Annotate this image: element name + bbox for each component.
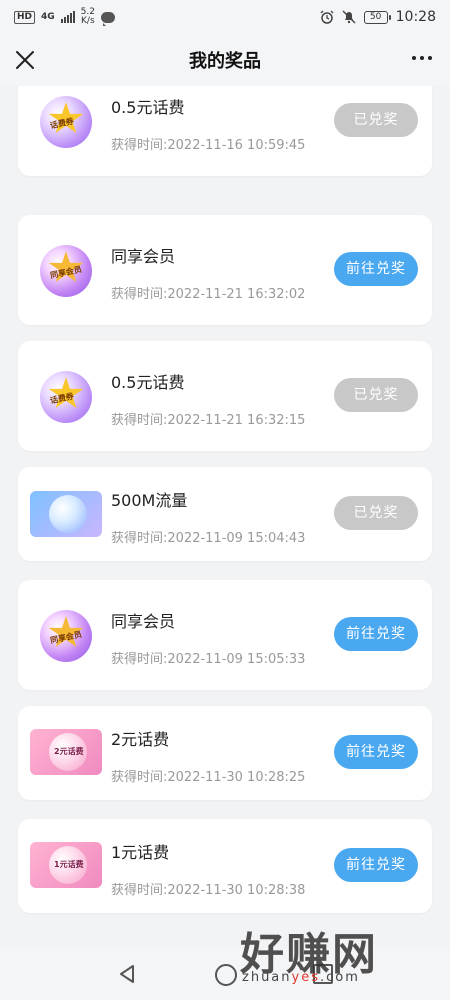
prize-name: 2元话费 [111, 730, 170, 749]
status-right: 50 10:28 [320, 9, 436, 25]
redeem-button[interactable]: 前往兑奖 [334, 617, 418, 651]
prize-name: 1元话费 [111, 843, 170, 862]
prize-time: 获得时间:2022-11-09 15:04:43 [111, 531, 306, 546]
signal-icon [60, 11, 75, 23]
prize-name: 同享会员 [111, 247, 176, 266]
prize-time: 获得时间:2022-11-21 16:32:15 [111, 413, 306, 428]
prize-name: 同享会员 [111, 612, 176, 631]
network-type: 4G [41, 12, 55, 22]
member-ball-icon: 同享会员 [40, 245, 92, 297]
prize-card: 同享会员 同享会员 获得时间:2022-11-21 16:32:02 前往兑奖 [18, 215, 432, 325]
net-speed-unit: K/s [81, 16, 95, 26]
pink-coupon-icon: 1元话费 [30, 842, 102, 888]
redeem-button[interactable]: 前往兑奖 [334, 848, 418, 882]
prize-time: 获得时间:2022-11-16 10:59:45 [111, 138, 306, 153]
site-watermark: 好赚网 zhuanyes.com [240, 918, 440, 990]
member-ball-icon: 同享会员 [40, 610, 92, 662]
prize-card: 500M流量 获得时间:2022-11-09 15:04:43 已兑奖 [18, 467, 432, 561]
status-bar: HD 4G 5.2 K/s 50 10:28 [0, 0, 450, 34]
prize-list[interactable]: 话费券 0.5元话费 获得时间:2022-11-16 10:59:45 已兑奖 … [0, 86, 450, 948]
pink-coupon-icon: 2元话费 [30, 729, 102, 775]
home-icon[interactable] [215, 964, 237, 986]
prize-card: 话费券 0.5元话费 获得时间:2022-11-16 10:59:45 已兑奖 [18, 86, 432, 176]
redeemed-button[interactable]: 已兑奖 [334, 103, 418, 137]
battery-icon: 50 [363, 10, 391, 24]
prize-time: 获得时间:2022-11-30 10:28:38 [111, 883, 306, 898]
prize-card: 2元话费 2元话费 获得时间:2022-11-30 10:28:25 前往兑奖 [18, 706, 432, 800]
prize-time: 获得时间:2022-11-30 10:28:25 [111, 770, 306, 785]
app-header: 我的奖品 [0, 34, 450, 86]
prize-name: 0.5元话费 [111, 373, 185, 392]
prize-card: 1元话费 1元话费 获得时间:2022-11-30 10:28:38 前往兑奖 [18, 819, 432, 913]
redeemed-button[interactable]: 已兑奖 [334, 378, 418, 412]
coupon-ball-icon: 话费券 [40, 96, 92, 148]
icon-label: 2元话费 [54, 747, 84, 756]
prize-time: 获得时间:2022-11-09 15:05:33 [111, 652, 306, 667]
prize-card: 同享会员 同享会员 获得时间:2022-11-09 15:05:33 前往兑奖 [18, 580, 432, 690]
redeemed-button[interactable]: 已兑奖 [334, 496, 418, 530]
message-icon [101, 11, 115, 26]
more-options-icon[interactable] [412, 56, 432, 60]
icon-label: 1元话费 [54, 860, 84, 869]
coupon-ball-icon: 话费券 [40, 371, 92, 423]
status-left: HD 4G 5.2 K/s [14, 8, 115, 26]
redeem-button[interactable]: 前往兑奖 [334, 735, 418, 769]
redeem-button[interactable]: 前往兑奖 [334, 252, 418, 286]
hd-icon: HD [14, 10, 36, 24]
prize-time: 获得时间:2022-11-21 16:32:02 [111, 287, 306, 302]
prize-name: 500M流量 [111, 491, 188, 510]
net-speed: 5.2 K/s [81, 8, 95, 26]
alarm-icon [320, 10, 334, 24]
watermark-domain: zhuanyes.com [242, 970, 360, 985]
prize-name: 0.5元话费 [111, 98, 185, 117]
mute-icon [342, 10, 356, 24]
back-icon[interactable] [118, 964, 136, 984]
prize-card: 话费券 0.5元话费 获得时间:2022-11-21 16:32:15 已兑奖 [18, 341, 432, 451]
data-flow-icon [30, 491, 102, 537]
clock: 10:28 [395, 9, 436, 25]
page-title: 我的奖品 [189, 51, 261, 72]
close-icon[interactable] [12, 47, 38, 73]
